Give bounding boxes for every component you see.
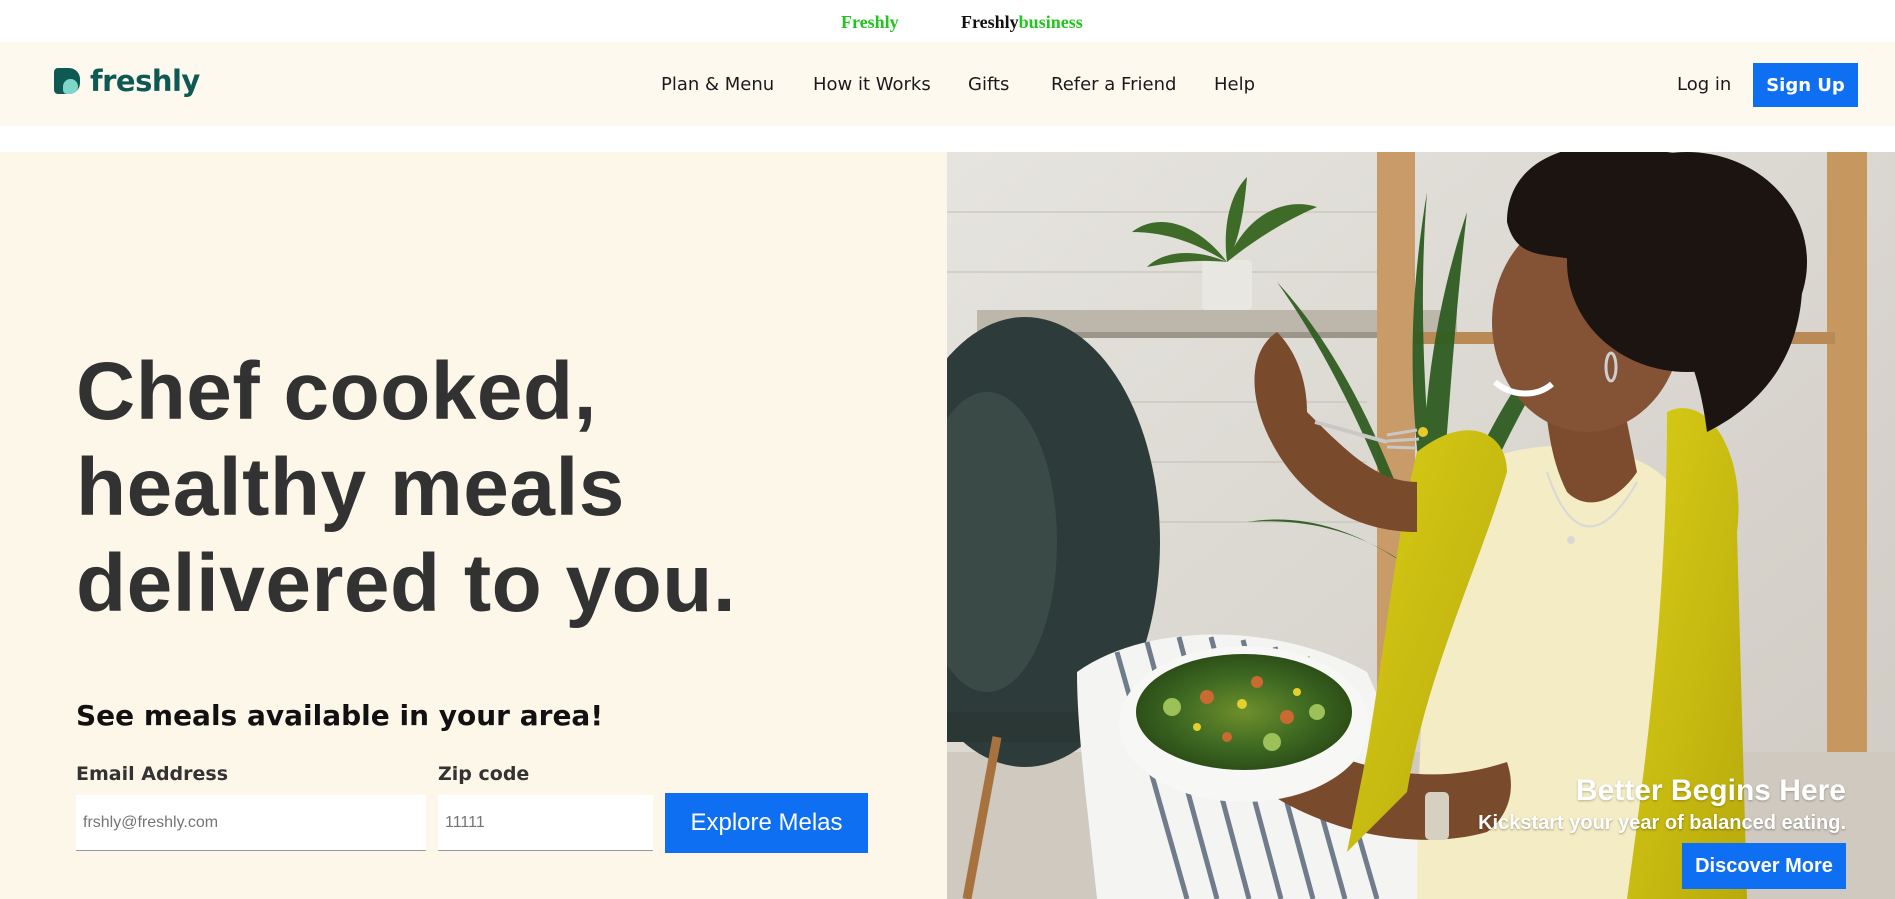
discover-more-button[interactable]: Discover More [1682, 843, 1846, 889]
hero-subheading: See meals available in your area! [76, 699, 604, 732]
brand-link-freshly[interactable]: Freshly [841, 12, 899, 33]
brand-business-suffix: business [1018, 12, 1083, 32]
explore-meals-button[interactable]: Explore Melas [665, 793, 868, 853]
brand-link-freshly-business[interactable]: Freshlybusiness [961, 12, 1083, 33]
nav-help[interactable]: Help [1214, 74, 1255, 95]
hero-headline: Chef cooked, healthy meals delivered to … [76, 346, 737, 629]
email-label: Email Address [76, 763, 229, 785]
main-nav: Plan & Menu How it Works Gifts Refer a F… [0, 74, 1895, 98]
nav-refer-a-friend[interactable]: Refer a Friend [1051, 74, 1176, 95]
email-field[interactable] [76, 795, 426, 851]
hero-signup-panel: Chef cooked, healthy meals delivered to … [0, 152, 947, 899]
hero-image-panel: Better Begins Here Kickstart your year o… [947, 152, 1895, 899]
site-header: freshly Plan & Menu How it Works Gifts R… [0, 42, 1895, 126]
brand-business-name: Freshly [961, 12, 1019, 32]
image-overlay-subtitle: Kickstart your year of balanced eating. [1478, 812, 1846, 834]
nav-plan-menu[interactable]: Plan & Menu [661, 74, 774, 95]
zip-code-label: Zip code [438, 763, 530, 785]
sign-up-button[interactable]: Sign Up [1753, 63, 1858, 107]
nav-gifts[interactable]: Gifts [968, 74, 1009, 95]
brand-switcher-bar: Freshly Freshlybusiness [0, 0, 1895, 42]
image-overlay-title: Better Begins Here [1575, 774, 1846, 807]
login-link[interactable]: Log in [1677, 74, 1731, 95]
header-spacer [0, 126, 1895, 152]
nav-how-it-works[interactable]: How it Works [813, 74, 931, 95]
zip-code-field[interactable] [438, 795, 653, 851]
